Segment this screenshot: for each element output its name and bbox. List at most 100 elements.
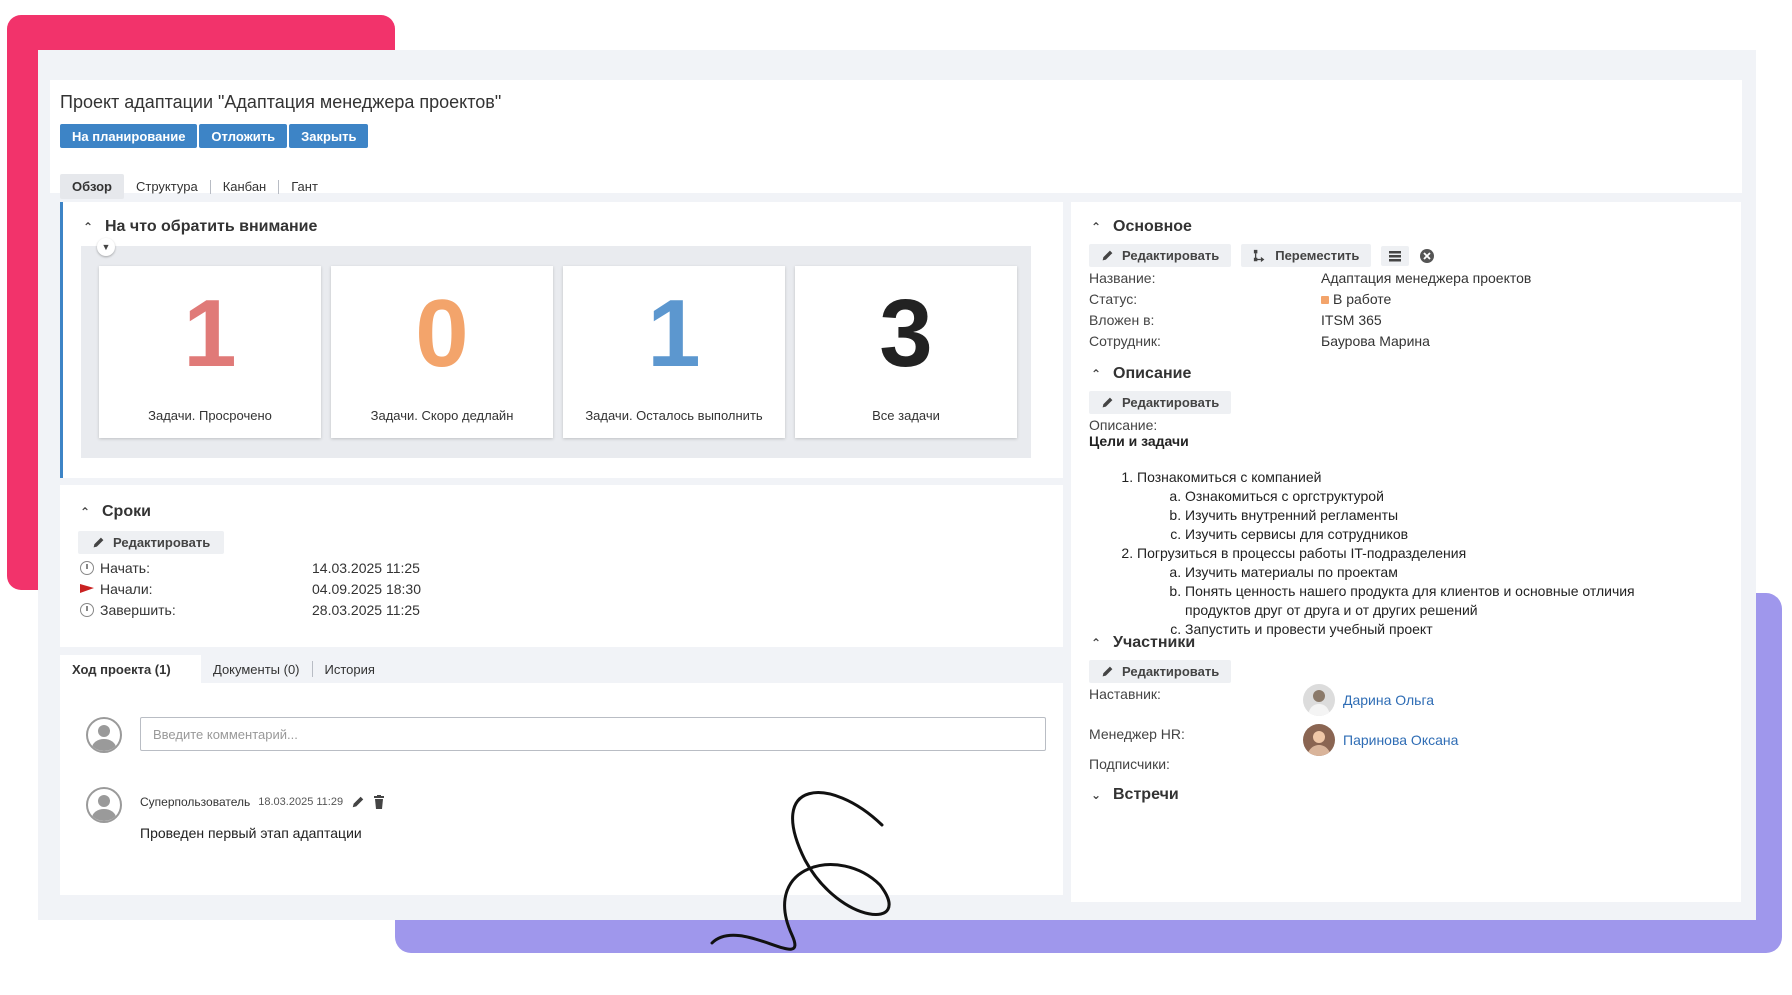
section-title: Сроки: [102, 503, 151, 520]
close-circle-icon[interactable]: [1419, 248, 1435, 264]
section-title: Участники: [1113, 634, 1196, 651]
subscribers-label: Подписчики:: [1089, 756, 1170, 772]
attention-section: ⌃ На что обратить внимание ▼ 1 Задачи. П…: [60, 202, 1066, 478]
menu-button[interactable]: [1381, 245, 1410, 266]
close-button[interactable]: Закрыть: [289, 124, 369, 148]
edit-main-button[interactable]: Редактировать: [1089, 244, 1232, 267]
field-label: Сотрудник:: [1089, 333, 1161, 349]
list-item-text: Познакомиться с компанией: [1137, 469, 1322, 485]
stat-card-deadline-soon[interactable]: 0 Задачи. Скоро дедлайн: [331, 266, 553, 438]
field-value: Адаптация менеджера проектов: [1321, 270, 1532, 286]
flag-icon: [80, 584, 94, 593]
edit-description-button[interactable]: Редактировать: [1089, 391, 1232, 414]
tab-documents[interactable]: Документы (0): [201, 655, 312, 684]
stat-value: 0: [415, 280, 469, 387]
avatar: [1303, 724, 1335, 756]
postpone-button[interactable]: Отложить: [199, 124, 288, 148]
avatar: [1303, 684, 1335, 716]
move-button[interactable]: Переместить: [1241, 244, 1372, 267]
tab-structure[interactable]: Структура: [124, 174, 210, 199]
field-name-row: Название: Адаптация менеджера проектов: [1089, 270, 1531, 286]
tab-gantt[interactable]: Гант: [279, 174, 330, 199]
pencil-icon[interactable]: [351, 795, 365, 809]
comment-time: 18.03.2025 11:29: [258, 796, 344, 808]
employee-link[interactable]: Баурова Марина: [1321, 333, 1430, 349]
comment-author[interactable]: Суперпользователь: [140, 795, 250, 809]
stat-card-overdue[interactable]: 1 Задачи. Просрочено: [99, 266, 321, 438]
field-label: Начали:: [100, 581, 153, 597]
chevron-down-icon[interactable]: ⌄: [1089, 788, 1103, 802]
description-actions: Редактировать: [1089, 391, 1232, 414]
avatar: [86, 787, 122, 823]
deadlines-section: ⌃ Сроки Редактировать Начать: 14.03.2025…: [60, 485, 1063, 647]
chevron-up-icon[interactable]: ⌃: [1089, 367, 1103, 381]
field-label: Название:: [1089, 270, 1156, 286]
stat-card-all[interactable]: 3 Все задачи: [795, 266, 1017, 438]
trash-icon[interactable]: [373, 795, 385, 809]
tab-project-progress[interactable]: Ход проекта (1): [60, 654, 201, 684]
mentor-name[interactable]: Дарина Ольга: [1343, 692, 1434, 708]
pencil-icon: [1102, 397, 1113, 408]
description-heading: Цели и задачи: [1089, 433, 1189, 449]
main-info-actions: Редактировать Переместить: [1089, 244, 1435, 267]
comment-text: Проведен первый этап адаптации: [140, 825, 362, 841]
chevron-down-icon[interactable]: ▼: [97, 238, 115, 256]
deadline-started-row: Начали: 04.09.2025 18:30: [78, 581, 421, 597]
status-dot-icon: [1321, 296, 1329, 304]
field-label: Начать:: [100, 560, 150, 576]
description-header[interactable]: ⌃ Описание: [1089, 365, 1191, 383]
details-panel: ⌃ Основное Редактировать Переместить Наз…: [1063, 202, 1741, 902]
comment-input[interactable]: [140, 717, 1046, 751]
button-label: Переместить: [1275, 248, 1360, 263]
main-info-header[interactable]: ⌃ Основное: [1089, 218, 1192, 236]
tab-history[interactable]: История: [313, 655, 387, 684]
status-value: В работе: [1333, 291, 1392, 307]
parent-link[interactable]: ITSM 365: [1321, 312, 1382, 328]
button-label: Редактировать: [113, 535, 211, 550]
tab-kanban[interactable]: Канбан: [211, 174, 279, 199]
list-item: Познакомиться с компанией Ознакомиться с…: [1137, 468, 1655, 544]
deadline-finish-row: Завершить: 28.03.2025 11:25: [78, 602, 420, 618]
meetings-header[interactable]: ⌄ Встречи: [1089, 786, 1179, 804]
chevron-up-icon[interactable]: ⌃: [81, 220, 95, 234]
edit-deadlines-button[interactable]: Редактировать: [78, 531, 225, 554]
pencil-icon: [93, 537, 104, 548]
hr-person[interactable]: Паринова Оксана: [1303, 724, 1458, 756]
list-item: Ознакомиться с оргструктурой: [1185, 487, 1655, 506]
to-planning-button[interactable]: На планирование: [60, 124, 198, 148]
section-title: На что обратить внимание: [105, 218, 318, 235]
field-value: 28.03.2025 11:25: [312, 602, 420, 618]
tab-overview[interactable]: Обзор: [60, 174, 124, 199]
edit-participants-button[interactable]: Редактировать: [1089, 660, 1232, 683]
field-label: Завершить:: [100, 602, 176, 618]
progress-tabs: Ход проекта (1) Документы (0) История: [60, 654, 1063, 684]
page-title: Проект адаптации "Адаптация менеджера пр…: [60, 92, 502, 112]
button-label: Редактировать: [1122, 395, 1220, 410]
chevron-up-icon[interactable]: ⌃: [1089, 636, 1103, 650]
stat-value: 1: [647, 280, 701, 387]
list-item: Изучить материалы по проектам: [1185, 563, 1655, 582]
project-tabs: Обзор Структура Канбан Гант: [60, 174, 330, 199]
chevron-up-icon[interactable]: ⌃: [1089, 220, 1103, 234]
deadlines-header[interactable]: ⌃ Сроки: [78, 503, 151, 521]
field-status-row: Статус: В работе: [1089, 291, 1391, 307]
hr-name[interactable]: Паринова Оксана: [1343, 732, 1458, 748]
clock-icon: [80, 561, 94, 575]
field-label: Статус:: [1089, 291, 1138, 307]
mentor-person[interactable]: Дарина Ольга: [1303, 684, 1434, 716]
comment-meta: Суперпользователь 18.03.2025 11:29: [140, 795, 385, 809]
decor-curl: [710, 791, 891, 951]
field-parent-row: Вложен в: ITSM 365: [1089, 312, 1382, 328]
list-item-text: Погрузиться в процессы работы IT-подразд…: [1137, 545, 1467, 561]
stat-card-remaining[interactable]: 1 Задачи. Осталось выполнить: [563, 266, 785, 438]
chevron-up-icon[interactable]: ⌃: [78, 505, 92, 519]
participants-header[interactable]: ⌃ Участники: [1089, 634, 1195, 652]
list-item: Погрузиться в процессы работы IT-подразд…: [1137, 544, 1655, 639]
deadline-start-row: Начать: 14.03.2025 11:25: [78, 560, 420, 576]
list-item: Запустить и провести учебный проект: [1185, 620, 1655, 639]
field-label: Вложен в:: [1089, 312, 1155, 328]
avatar: [86, 717, 122, 753]
attention-header[interactable]: ⌃ На что обратить внимание: [81, 218, 317, 236]
description-label: Описание:: [1089, 417, 1158, 433]
action-buttons: На планирование Отложить Закрыть: [60, 124, 369, 148]
